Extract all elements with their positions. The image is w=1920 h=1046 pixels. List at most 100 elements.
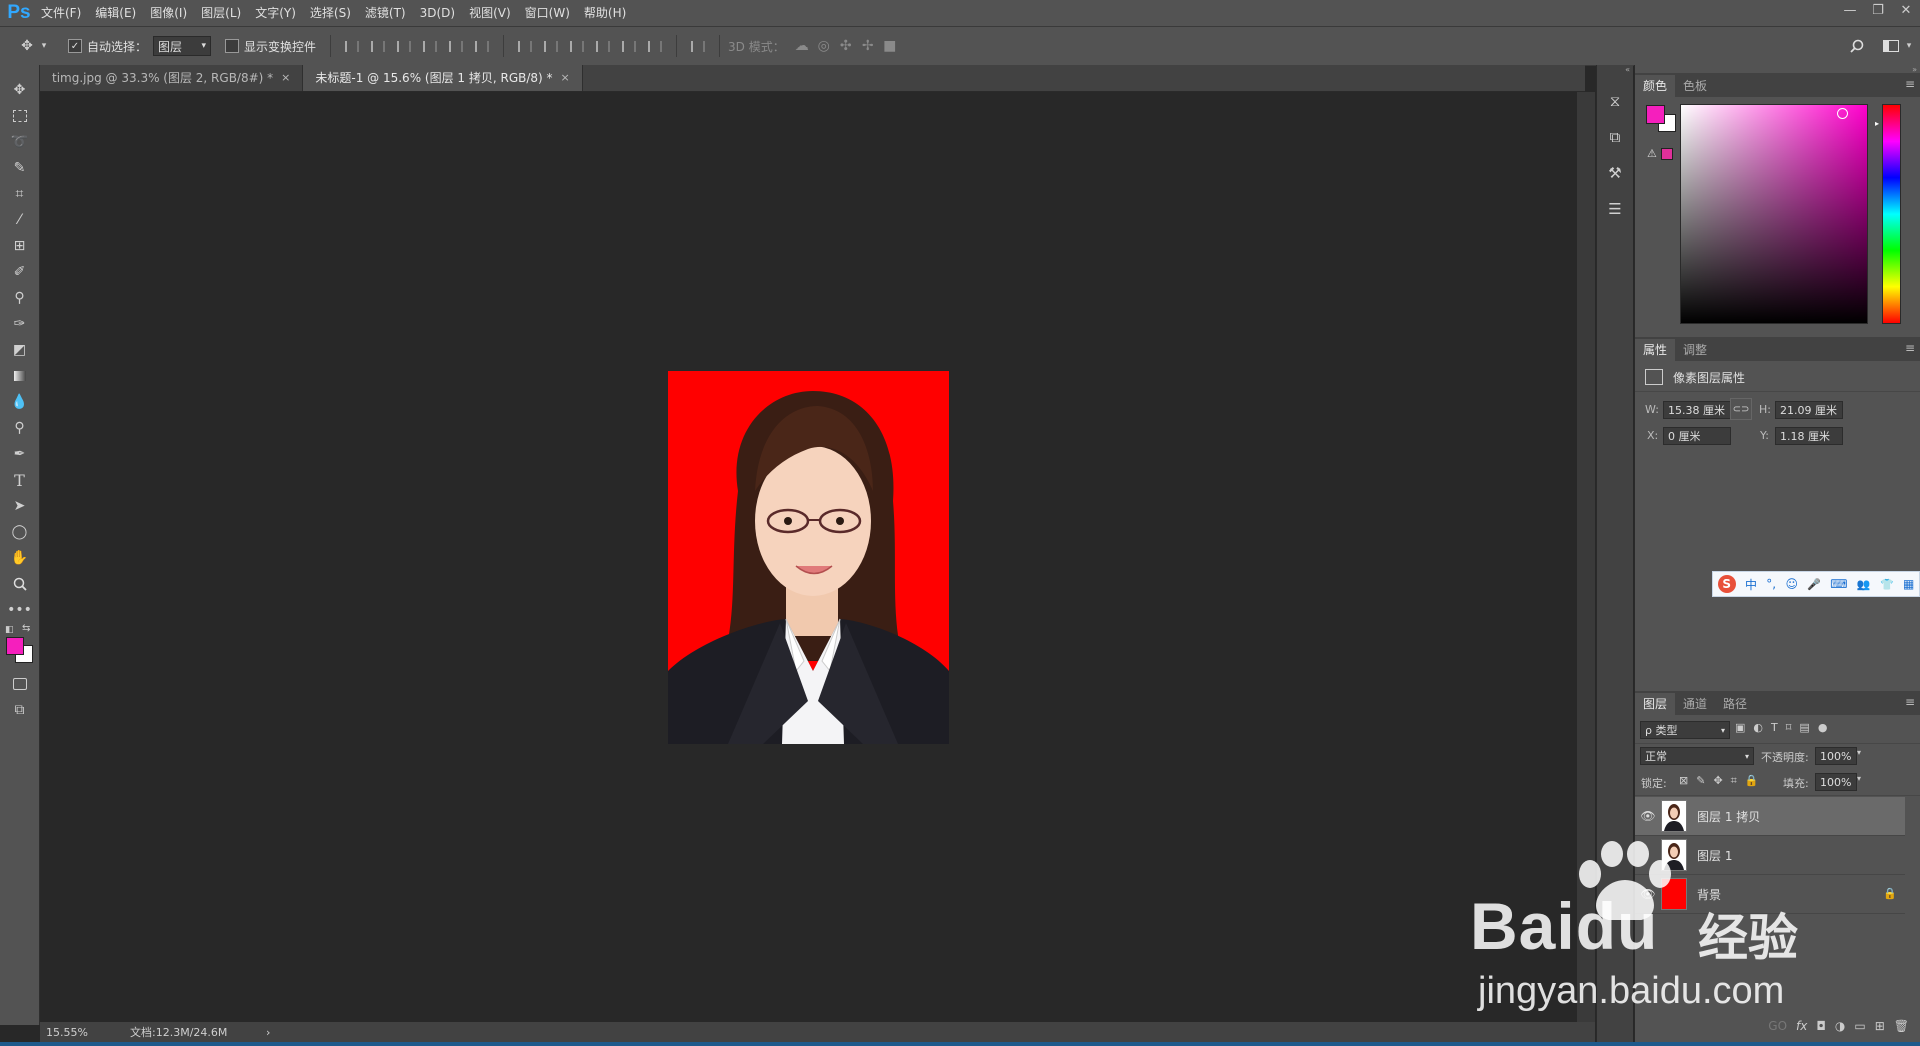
menu-filter[interactable]: 滤镜(T) — [358, 0, 413, 26]
fill-field[interactable]: 100% — [1815, 773, 1857, 791]
quick-select-tool-icon[interactable]: ✎ — [0, 155, 39, 181]
ime-keyboard-icon[interactable]: ⌨ — [1830, 577, 1847, 591]
x-field[interactable]: 0 厘米 — [1663, 427, 1731, 445]
orbit-3d-icon[interactable]: ☁ — [791, 35, 813, 57]
auto-select-checkbox[interactable]: ✓ — [68, 39, 82, 53]
menu-window[interactable]: 窗口(W) — [518, 0, 577, 26]
tab-adjustments[interactable]: 调整 — [1675, 339, 1715, 361]
brush-presets-icon[interactable]: ⧉ — [1597, 119, 1633, 155]
brush-tool-icon[interactable]: ✐ — [0, 259, 39, 285]
crop-tool-icon[interactable]: ⌗ — [0, 181, 39, 207]
chevron-down-icon[interactable]: ▾ — [1902, 35, 1916, 57]
trash-icon[interactable]: 🗑 — [1894, 1019, 1909, 1033]
quick-mask-icon[interactable] — [0, 671, 39, 697]
align-right-icon[interactable] — [472, 36, 492, 56]
tab-untitled[interactable]: 未标题-1 @ 15.6% (图层 1 拷贝, RGB/8) * × — [303, 65, 583, 91]
adjust-sliders-icon[interactable]: ☰ — [1597, 191, 1633, 227]
chevron-down-icon[interactable]: ▾ — [38, 35, 50, 57]
id-photo[interactable] — [668, 371, 949, 744]
tool-presets-icon[interactable]: ⚒ — [1597, 155, 1633, 191]
tab-timg[interactable]: timg.jpg @ 33.3% (图层 2, RGB/8#) * × — [40, 65, 304, 91]
filter-shape-icon[interactable]: ⌑ — [1786, 721, 1792, 734]
web-safe-swatch[interactable] — [1661, 148, 1673, 160]
ime-skin-icon[interactable]: 👕 — [1880, 578, 1894, 591]
color-picker-handle[interactable] — [1837, 108, 1848, 119]
foreground-color-swatch[interactable] — [1646, 105, 1665, 124]
align-left-icon[interactable] — [420, 36, 440, 56]
canvas-scroll-strip[interactable] — [1577, 92, 1595, 1022]
panel-menu-icon[interactable]: ≡ — [1905, 695, 1915, 709]
hue-slider[interactable] — [1882, 104, 1901, 324]
filter-type-icon[interactable]: T — [1771, 721, 1778, 734]
close-icon[interactable]: × — [281, 65, 290, 91]
lock-position-icon[interactable]: ✥ — [1713, 774, 1722, 788]
zoom-level[interactable]: 15.55% — [46, 1026, 116, 1039]
align-top-icon[interactable] — [342, 36, 362, 56]
healing-tool-icon[interactable]: ⊞ — [0, 233, 39, 259]
eyedropper-tool-icon[interactable]: ⁄ — [0, 207, 39, 233]
close-window-button[interactable]: ✕ — [1892, 0, 1920, 20]
layer-filter-dropdown[interactable]: ρ 类型 ▾ — [1640, 721, 1730, 739]
layer-row[interactable]: 👁 图层 1 拷贝 — [1635, 797, 1905, 836]
workspace-icon[interactable] — [1880, 35, 1902, 57]
menu-type[interactable]: 文字(Y) — [248, 0, 303, 26]
menu-3d[interactable]: 3D(D) — [413, 0, 462, 26]
history-brush-icon[interactable]: ✑ — [0, 311, 39, 337]
lasso-tool-icon[interactable]: ➰ — [0, 129, 39, 155]
new-group-icon[interactable]: ▭ — [1854, 1019, 1865, 1033]
minimize-button[interactable]: — — [1836, 0, 1864, 20]
camera-3d-icon[interactable]: ■ — [879, 35, 901, 57]
layer-name[interactable]: 图层 1 — [1697, 847, 1732, 864]
status-menu-arrow[interactable]: › — [266, 1026, 270, 1039]
ime-users-icon[interactable]: 👥 — [1857, 578, 1871, 591]
lock-artboard-icon[interactable]: ⌗ — [1731, 774, 1737, 788]
collapse-icon[interactable]: « — [1597, 65, 1633, 74]
menu-file[interactable]: 文件(F) — [34, 0, 88, 26]
tab-color[interactable]: 颜色 — [1635, 75, 1676, 97]
distribute-top-icon[interactable] — [515, 36, 535, 56]
layer-name[interactable]: 背景 — [1697, 886, 1721, 903]
menu-select[interactable]: 选择(S) — [303, 0, 358, 26]
menu-edit[interactable]: 编辑(E) — [88, 0, 143, 26]
distribute-hcenter-icon[interactable] — [619, 36, 639, 56]
align-hcenter-icon[interactable] — [446, 36, 466, 56]
gamut-warning-icon[interactable]: ⚠ — [1647, 147, 1657, 160]
opacity-field[interactable]: 100% — [1815, 747, 1857, 765]
gradient-tool-icon[interactable] — [0, 363, 39, 389]
path-select-tool-icon[interactable]: ➤ — [0, 493, 39, 519]
eye-icon[interactable]: 👁 — [1635, 887, 1661, 901]
dodge-tool-icon[interactable]: ⚲ — [0, 415, 39, 441]
tab-properties[interactable]: 属性 — [1635, 339, 1676, 361]
restore-button[interactable]: ❐ — [1864, 0, 1892, 20]
sogou-logo-icon[interactable]: S — [1717, 575, 1736, 593]
screen-mode-icon[interactable]: ⧉ — [0, 697, 39, 723]
lock-transparency-icon[interactable]: ⊠ — [1679, 774, 1688, 788]
default-colors-icon[interactable]: ◧ — [5, 625, 14, 635]
eye-icon[interactable]: 👁 — [1635, 809, 1661, 823]
move-tool-icon[interactable]: ✥ — [0, 77, 39, 103]
filter-adjustment-icon[interactable]: ◐ — [1753, 721, 1763, 734]
document-canvas[interactable] — [40, 92, 1577, 1022]
tab-paths[interactable]: 路径 — [1715, 693, 1755, 715]
layer-name[interactable]: 图层 1 拷贝 — [1697, 808, 1760, 825]
blur-tool-icon[interactable]: 💧 — [0, 389, 39, 415]
menu-layer[interactable]: 图层(L) — [194, 0, 248, 26]
link-layers-icon[interactable]: GO — [1768, 1019, 1787, 1033]
menu-view[interactable]: 视图(V) — [462, 0, 518, 26]
distribute-left-icon[interactable] — [593, 36, 613, 56]
lock-pixels-icon[interactable]: ✎ — [1696, 774, 1705, 788]
ime-voice-icon[interactable]: 🎤 — [1807, 578, 1821, 591]
width-field[interactable]: 15.38 厘米 — [1663, 401, 1731, 419]
distribute-right-icon[interactable] — [645, 36, 665, 56]
align-bottom-icon[interactable] — [394, 36, 414, 56]
search-icon[interactable] — [1846, 35, 1868, 57]
ellipse-tool-icon[interactable]: ◯ — [0, 519, 39, 545]
menu-help[interactable]: 帮助(H) — [577, 0, 633, 26]
drag-3d-icon[interactable]: ✣ — [835, 35, 857, 57]
ime-chinese-mode-icon[interactable]: 中 — [1745, 576, 1757, 593]
adjustment-layer-icon[interactable]: ◑ — [1835, 1019, 1845, 1033]
new-layer-icon[interactable]: ⊞ — [1875, 1019, 1885, 1033]
blend-mode-dropdown[interactable]: 正常 ▾ — [1640, 747, 1754, 765]
tab-layers[interactable]: 图层 — [1635, 693, 1676, 715]
foreground-color-swatch[interactable] — [6, 637, 24, 655]
